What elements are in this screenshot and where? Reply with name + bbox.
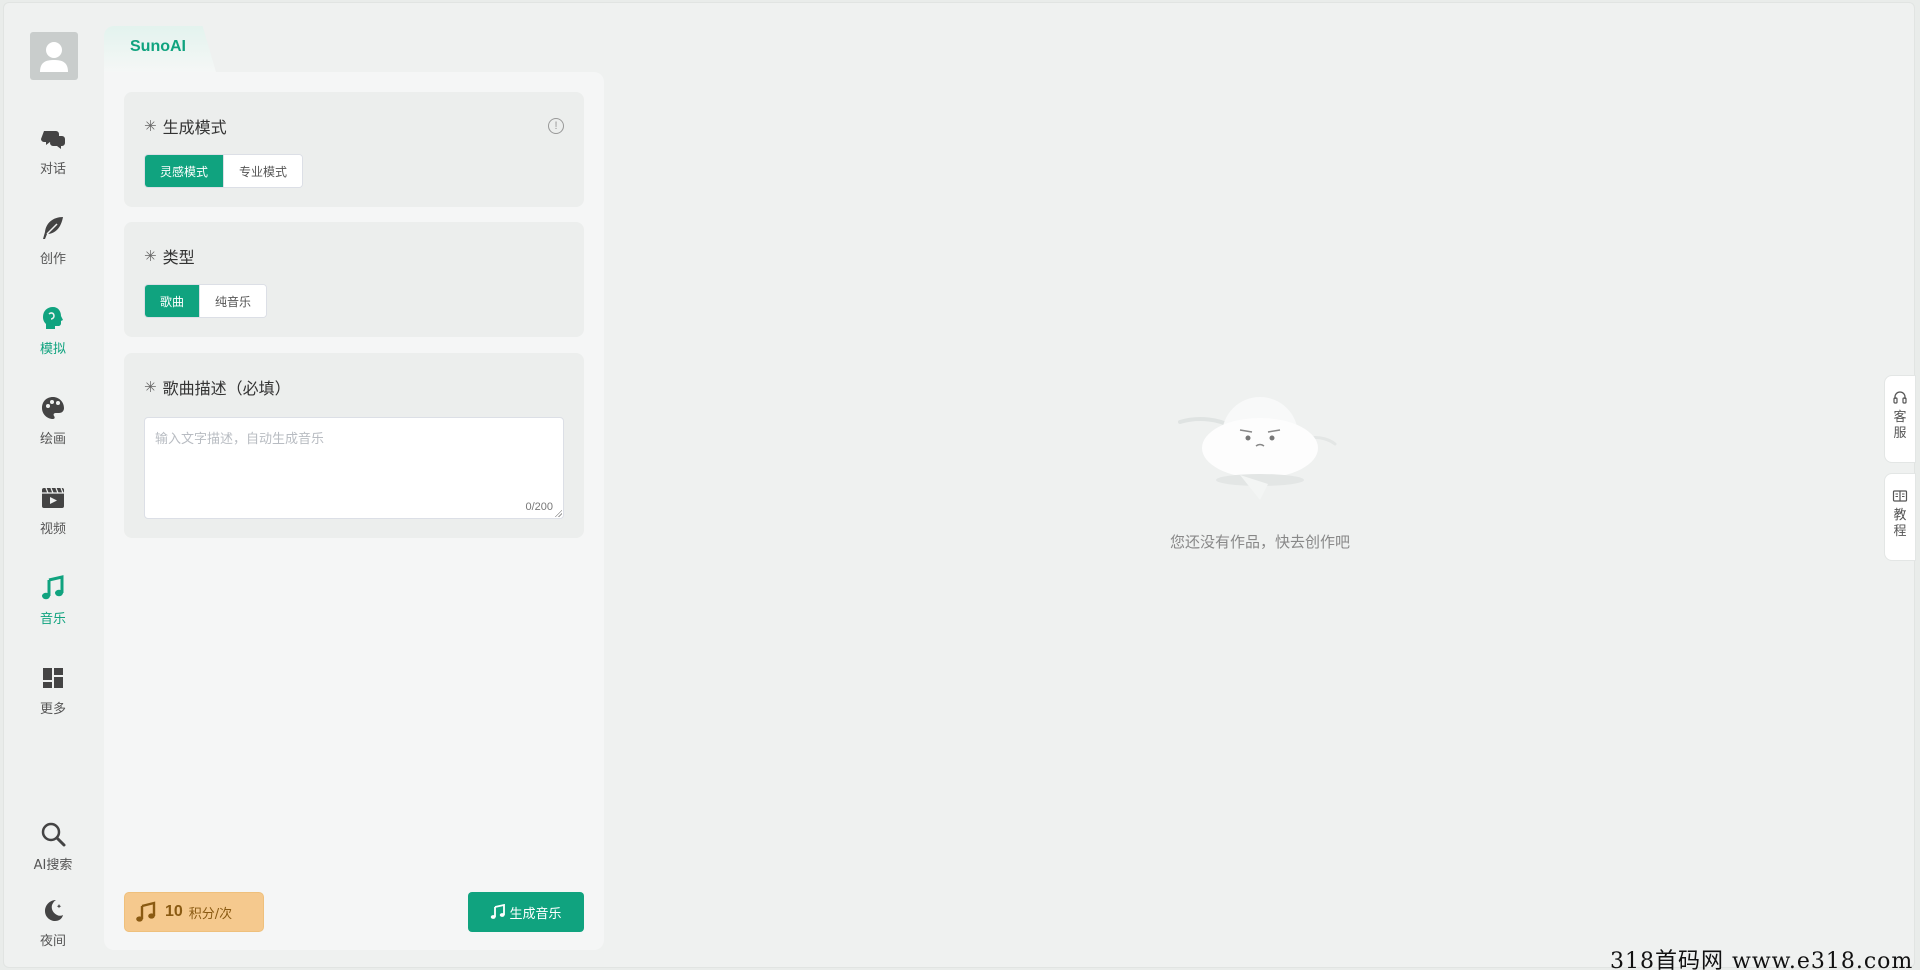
type-card: ✳ 类型 歌曲 纯音乐 [124, 222, 584, 337]
resize-handle[interactable] [554, 509, 562, 517]
watermark: 318首码网 www.e318.com [1610, 949, 1914, 970]
sidebar-item-label: 绘画 [39, 432, 66, 447]
avatar[interactable] [30, 32, 78, 80]
mode-card: ✳ 生成模式 ! 灵感模式 专业模式 [124, 92, 584, 207]
headset-icon [1893, 391, 1907, 404]
cost-unit: 积分/次 [188, 906, 233, 922]
char-count: 0/200 [525, 501, 553, 513]
tutorial-tab[interactable]: 教程 [1884, 473, 1916, 561]
customer-service-label: 客服 [1893, 410, 1907, 441]
video-icon [42, 487, 64, 508]
sidebar-item-music[interactable]: 音乐 [3, 574, 103, 636]
sidebar-item-create[interactable]: 创作 [3, 214, 103, 276]
generate-music-label: 生成音乐 [509, 906, 562, 922]
type-title-text: 类型 [162, 248, 195, 267]
sidebar-item-label: 创作 [39, 252, 66, 267]
sidebar-item-simulate[interactable]: 模拟 [3, 304, 103, 366]
sidebar-item-chat[interactable]: 对话 [3, 124, 103, 186]
tab-sunoai[interactable]: SunoAI [104, 26, 216, 72]
user-icon [40, 42, 68, 72]
sidebar-item-label: 更多 [39, 702, 66, 717]
music-note-icon [491, 904, 506, 919]
description-input[interactable] [145, 418, 563, 518]
palette-icon [42, 397, 64, 419]
mode-inspiration-button[interactable]: 灵感模式 [145, 155, 224, 187]
cost-badge: 10 积分/次 [124, 892, 264, 932]
chat-icon [41, 131, 65, 149]
mode-selector: 灵感模式 专业模式 [144, 154, 304, 188]
mode-pro-button[interactable]: 专业模式 [223, 155, 303, 187]
customer-service-tab[interactable]: 客服 [1884, 375, 1916, 463]
sidebar-item-night-mode[interactable]: 夜间 [3, 896, 103, 958]
dashboard-icon [43, 668, 63, 688]
sidebar: 对话 创作 模拟 绘画 视频 音乐 更多 AI搜索 夜间 [3, 2, 103, 968]
description-title-text: 歌曲描述（必填） [162, 379, 291, 398]
description-input-wrap: 0/200 [144, 417, 564, 519]
tutorial-label: 教程 [1893, 508, 1907, 539]
type-selector: 歌曲 纯音乐 [144, 284, 268, 318]
head-icon [43, 307, 63, 329]
required-star-icon: ✳ [144, 247, 157, 265]
empty-state-text: 您还没有作品，快去创作吧 [1169, 533, 1350, 551]
sidebar-item-label: 视频 [39, 522, 66, 537]
sidebar-item-video[interactable]: 视频 [3, 484, 103, 546]
description-card: ✳ 歌曲描述（必填） 0/200 [124, 353, 584, 538]
sidebar-item-more[interactable]: 更多 [3, 664, 103, 726]
moon-icon [45, 900, 63, 921]
type-song-button[interactable]: 歌曲 [145, 285, 200, 317]
generate-music-button[interactable]: 生成音乐 [468, 892, 584, 932]
sidebar-item-draw[interactable]: 绘画 [3, 394, 103, 456]
cost-value: 10 [165, 903, 183, 920]
type-instrumental-button[interactable]: 纯音乐 [199, 285, 267, 317]
search-icon [41, 822, 66, 847]
required-star-icon: ✳ [144, 117, 157, 135]
sidebar-item-ai-search[interactable]: AI搜索 [3, 820, 103, 882]
music-icon [42, 575, 64, 600]
description-title: ✳ 歌曲描述（必填） [144, 375, 291, 399]
sidebar-item-label: 音乐 [39, 612, 66, 627]
sad-cloud-icon [1178, 397, 1337, 500]
music-note-icon [136, 901, 156, 922]
sidebar-item-label: 对话 [39, 162, 66, 177]
sidebar-item-label: AI搜索 [33, 858, 73, 873]
mode-title-text: 生成模式 [162, 118, 227, 137]
type-title: ✳ 类型 [144, 244, 195, 268]
sidebar-item-label: 夜间 [39, 934, 66, 949]
feather-icon [43, 217, 63, 239]
book-icon [1892, 490, 1908, 502]
music-generation-panel: ✳ 生成模式 ! 灵感模式 专业模式 ✳ 类型 歌曲 纯音乐 ✳ 歌曲描述（必填… [104, 72, 604, 950]
info-icon[interactable]: ! [548, 118, 564, 134]
required-star-icon: ✳ [144, 378, 157, 396]
empty-state-illustration [1160, 390, 1360, 550]
mode-title: ✳ 生成模式 [144, 114, 227, 138]
sidebar-item-label: 模拟 [39, 342, 66, 357]
